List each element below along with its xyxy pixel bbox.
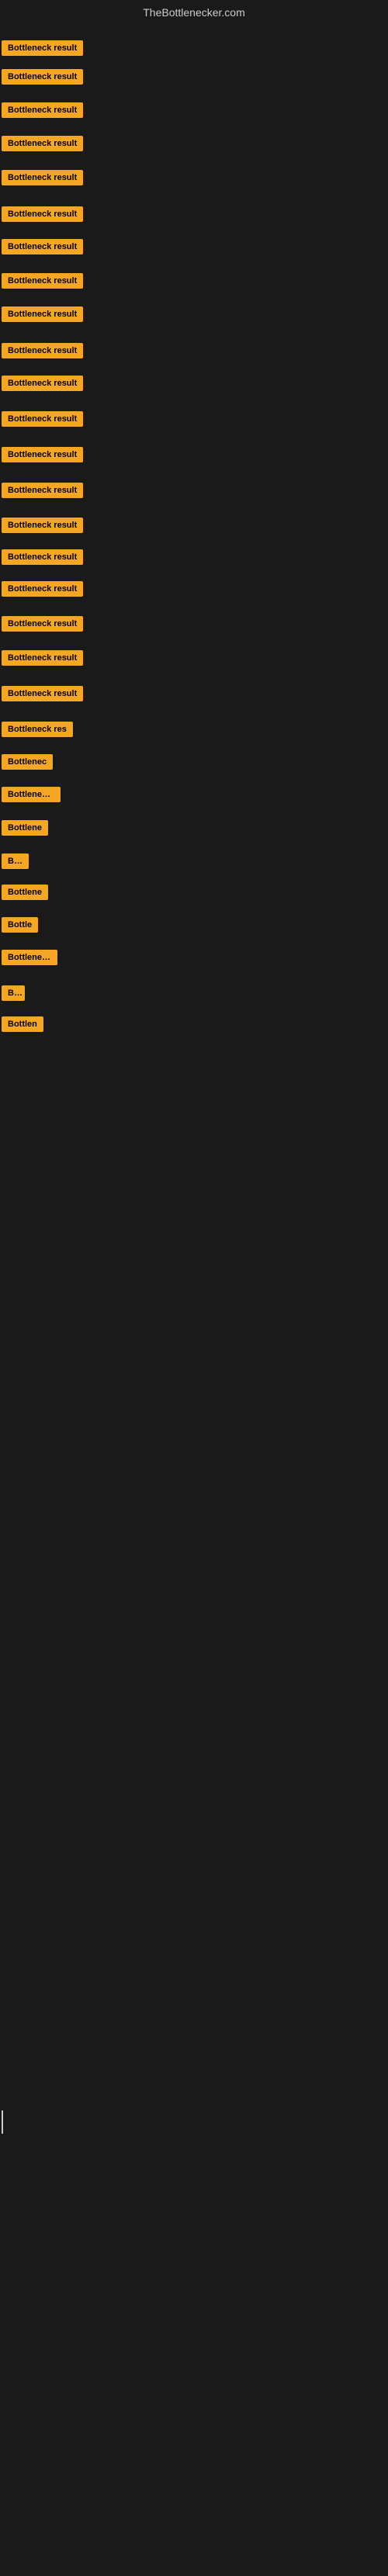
bottleneck-badge: Bottleneck [2,950,57,965]
bottleneck-item: Bottleneck result [2,686,83,701]
bottleneck-badge: Bottleneck result [2,616,83,632]
bottleneck-badge: Bottleneck result [2,170,83,185]
bottleneck-badge: Bottleneck result [2,686,83,701]
bottleneck-badge: Bottle [2,917,38,933]
bottleneck-item: Bot [2,985,25,1001]
bottleneck-badge: Bottleneck result [2,376,83,391]
bottleneck-badge: Bot [2,985,25,1001]
bottleneck-item: Bottleneck result [2,549,83,565]
bottleneck-item: Bottleneck result [2,170,83,185]
bottleneck-badge: Bottlene [2,885,48,900]
bottleneck-badge: Bottleneck result [2,343,83,358]
site-title: TheBottlenecker.com [0,0,388,25]
bottleneck-badge: Bottleneck result [2,518,83,533]
bottleneck-item: Bottleneck result [2,581,83,597]
bottleneck-item: Bottleneck result [2,376,83,391]
bottleneck-item: Bottleneck result [2,343,83,358]
bottleneck-badge: Bottleneck result [2,102,83,118]
bottleneck-badge: Bottleneck result [2,136,83,151]
bottleneck-item: Bottleneck [2,950,57,965]
bottleneck-item: Bottlen [2,1016,43,1032]
bottleneck-badge: Bottleneck result [2,411,83,427]
bottleneck-item: Bottlenec [2,754,53,770]
bottleneck-badge: Bottlen [2,1016,43,1032]
bottleneck-badge: Bottleneck r [2,787,61,802]
bottleneck-item: Bottlene [2,820,48,836]
bottleneck-item: Bottleneck result [2,650,83,666]
bottleneck-item: Bottleneck result [2,239,83,254]
bottleneck-item: Bottleneck result [2,40,83,56]
bottleneck-badge: Bottleneck result [2,549,83,565]
bottleneck-badge: Bottleneck result [2,206,83,222]
bottleneck-badge: Bottleneck result [2,40,83,56]
bottleneck-badge: Bottleneck result [2,581,83,597]
bottleneck-item: Bottleneck result [2,136,83,151]
bottleneck-item: Bott [2,853,29,869]
bottleneck-item: Bottlene [2,885,48,900]
bottleneck-item: Bottleneck result [2,102,83,118]
bottleneck-item: Bottleneck result [2,273,83,289]
bottleneck-item: Bottle [2,917,38,933]
bottleneck-item: Bottleneck result [2,411,83,427]
bottleneck-item: Bottleneck result [2,518,83,533]
bottleneck-item: Bottleneck res [2,722,73,737]
bottleneck-badge: Bottlene [2,820,48,836]
bottleneck-badge: Bottleneck result [2,483,83,498]
bottleneck-badge: Bottleneck result [2,447,83,462]
bottleneck-item: Bottleneck result [2,206,83,222]
bottleneck-item: Bottleneck result [2,616,83,632]
bottleneck-item: Bottleneck result [2,483,83,498]
bottleneck-item: Bottleneck result [2,447,83,462]
bottleneck-badge: Bottleneck result [2,69,83,85]
bottleneck-item: Bottleneck result [2,69,83,85]
bottleneck-badge: Bott [2,853,29,869]
bottleneck-badge: Bottleneck result [2,306,83,322]
bottleneck-badge: Bottleneck result [2,239,83,254]
cursor-line [2,2110,3,2134]
bottleneck-badge: Bottlenec [2,754,53,770]
bottleneck-badge: Bottleneck result [2,273,83,289]
bottleneck-badge: Bottleneck result [2,650,83,666]
bottleneck-item: Bottleneck result [2,306,83,322]
bottleneck-item: Bottleneck r [2,787,61,802]
bottleneck-badge: Bottleneck res [2,722,73,737]
